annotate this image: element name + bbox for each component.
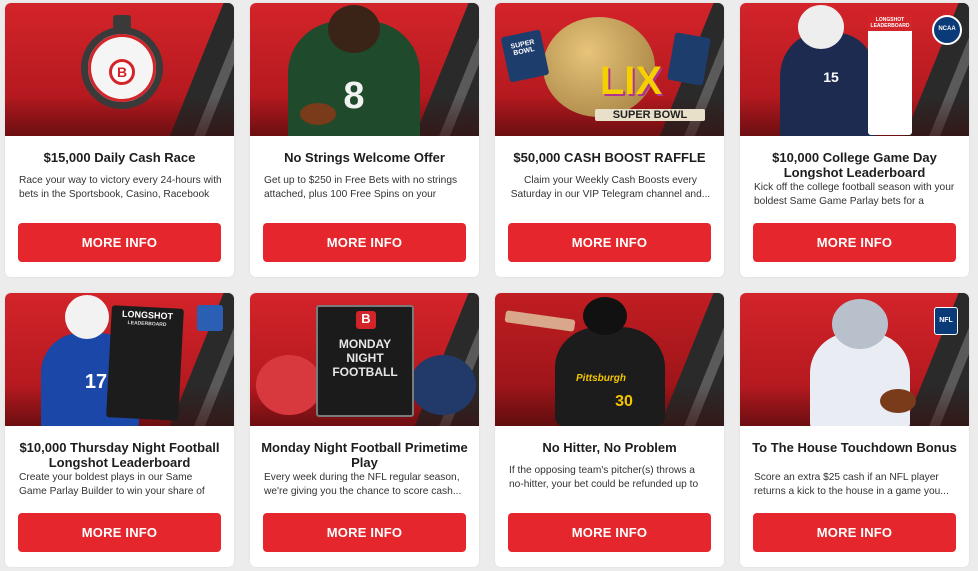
promo-card[interactable]: B $15,000 Daily Cash Race Race your way … xyxy=(5,3,234,277)
more-info-button[interactable]: MORE INFO xyxy=(508,513,711,552)
more-info-button[interactable]: MORE INFO xyxy=(18,223,221,262)
promo-title: No Strings Welcome Offer xyxy=(284,150,445,165)
promo-title: $15,000 Daily Cash Race xyxy=(43,150,196,165)
leaderboard-panel: LONGSHOT LEADERBOARD xyxy=(868,15,912,135)
super-bowl-logo: LIX xyxy=(599,59,663,103)
promo-title: To The House Touchdown Bonus xyxy=(752,440,957,455)
promo-hero-image: 17 LONGSHOT LEADERBOARD xyxy=(5,293,234,426)
tnf-logo xyxy=(197,305,223,331)
brand-logo: B xyxy=(356,311,376,329)
ticket: SUPER BOWL xyxy=(500,29,550,83)
promo-hero-image: Pittsburgh 30 xyxy=(495,293,724,426)
promo-description: Get up to $250 in Free Bets with no stri… xyxy=(264,175,458,200)
promo-card[interactable]: B MONDAY NIGHT FOOTBALL Monday Night Foo… xyxy=(250,293,479,567)
more-info-button[interactable]: MORE INFO xyxy=(263,513,466,552)
promo-description: Every week during the NFL regular season… xyxy=(264,472,462,497)
pitcher-arm xyxy=(504,310,576,332)
promo-description: If the opposing team's pitcher(s) throws… xyxy=(509,465,699,490)
super-bowl-label: SUPER BOWL xyxy=(595,109,705,121)
promo-title: $10,000 Thursday Night Football Longshot… xyxy=(19,440,220,470)
promo-card[interactable]: SUPER BOWL LIX SUPER BOWL $50,000 CASH B… xyxy=(495,3,724,277)
promo-card[interactable]: 8 No Strings Welcome Offer Get up to $25… xyxy=(250,3,479,277)
promo-description: Create your boldest plays in our Same Ga… xyxy=(19,472,205,497)
promo-title: $50,000 CASH BOOST RAFFLE xyxy=(513,150,706,165)
promo-description: Claim your Weekly Cash Boosts every Satu… xyxy=(510,175,711,200)
promo-hero-image: B xyxy=(5,3,234,136)
brand-logo: B xyxy=(109,59,135,85)
promotions-grid: B $15,000 Daily Cash Race Race your way … xyxy=(5,3,973,567)
jersey-number: 30 xyxy=(615,393,633,410)
more-info-button[interactable]: MORE INFO xyxy=(18,513,221,552)
promo-card[interactable]: 17 LONGSHOT LEADERBOARD $10,000 Thursday… xyxy=(5,293,234,567)
promo-hero-image: 8 xyxy=(250,3,479,136)
mnf-sign: B MONDAY NIGHT FOOTBALL xyxy=(316,305,414,417)
promo-hero-image: SUPER BOWL LIX SUPER BOWL xyxy=(495,3,724,136)
promo-description: Kick off the college football season wit… xyxy=(754,182,955,207)
more-info-button[interactable]: MORE INFO xyxy=(263,223,466,262)
promo-title: $10,000 College Game Day Longshot Leader… xyxy=(772,150,937,180)
more-info-button[interactable]: MORE INFO xyxy=(753,223,956,262)
promo-description: Score an extra $25 cash if an NFL player… xyxy=(754,472,949,497)
promo-title: No Hitter, No Problem xyxy=(542,440,677,455)
helmet-left-icon xyxy=(256,355,322,415)
helmet-right-icon xyxy=(410,355,476,415)
promo-hero-image: 15 LONGSHOT LEADERBOARD NCAA xyxy=(740,3,969,136)
ncaa-logo: NCAA xyxy=(932,15,962,45)
promo-card[interactable]: Pittsburgh 30 No Hitter, No Problem If t… xyxy=(495,293,724,567)
promo-title: Monday Night Football Primetime Play xyxy=(261,440,468,470)
jersey-number: 8 xyxy=(343,75,365,117)
nfl-logo: NFL xyxy=(934,307,958,335)
more-info-button[interactable]: MORE INFO xyxy=(508,223,711,262)
promo-card[interactable]: 15 LONGSHOT LEADERBOARD NCAA $10,000 Col… xyxy=(740,3,969,277)
jersey-number: 15 xyxy=(823,69,839,85)
promo-description: Race your way to victory every 24-hours … xyxy=(19,175,222,200)
promo-hero-image: NFL xyxy=(740,293,969,426)
more-info-button[interactable]: MORE INFO xyxy=(753,513,956,552)
promo-card[interactable]: NFL To The House Touchdown Bonus Score a… xyxy=(740,293,969,567)
jersey-text: Pittsburgh xyxy=(576,373,626,384)
leaderboard-panel: LONGSHOT LEADERBOARD xyxy=(106,305,184,421)
promo-hero-image: B MONDAY NIGHT FOOTBALL xyxy=(250,293,479,426)
